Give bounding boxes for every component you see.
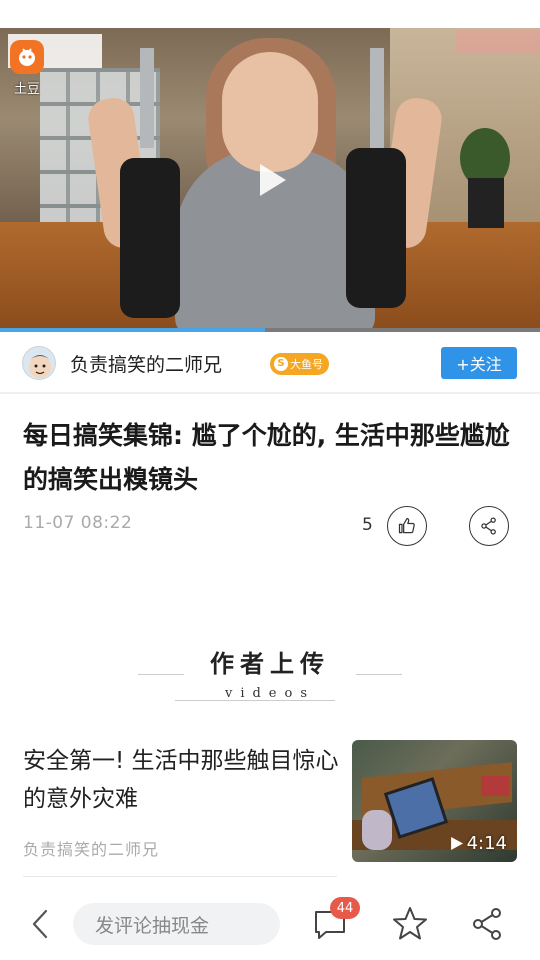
play-icon[interactable] <box>248 158 292 202</box>
duration-label: 4:14 <box>466 833 507 854</box>
badge-label: 大鱼号 <box>290 358 323 371</box>
list-item[interactable]: 安全第一! 生活中那些触目惊心的意外灾难 负责搞笑的二师兄 4:14 <box>0 728 540 878</box>
watermark-label: 土豆 <box>14 82 41 97</box>
play-small-icon <box>450 837 463 850</box>
list-item-author: 负责搞笑的二师兄 <box>23 840 160 859</box>
video-frame-pad-right <box>346 148 406 308</box>
author-name[interactable]: 负责搞笑的二师兄 <box>70 350 222 377</box>
video-player[interactable]: 土豆 <box>0 28 540 332</box>
list-item-title[interactable]: 安全第一! 生活中那些触目惊心的意外灾难 <box>23 742 343 818</box>
list-item-thumbnail[interactable]: 4:14 <box>352 740 517 862</box>
video-frame-face <box>222 52 318 172</box>
comment-input[interactable]: 发评论抽现金 <box>73 903 280 945</box>
like-count: 5 <box>362 515 373 535</box>
video-progress-fill <box>0 328 265 332</box>
share-icon[interactable] <box>468 904 508 944</box>
list-separator <box>23 876 337 877</box>
thumb-figure <box>362 810 392 850</box>
comment-count-badge: 44 <box>330 897 360 919</box>
tudou-logo-icon <box>10 40 44 74</box>
thumb-red-object <box>481 776 509 796</box>
avatar[interactable] <box>22 346 56 380</box>
video-frame-pot <box>468 178 504 228</box>
bottom-bar: 发评论抽现金 44 <box>0 890 540 960</box>
back-icon[interactable] <box>26 906 56 942</box>
section-subtitle-rule <box>175 700 335 701</box>
video-progress-bar[interactable] <box>0 328 540 332</box>
article-title: 每日搞笑集锦: 尴了个尬的, 生活中那些尴尬的搞笑出糗镜头 <box>23 421 510 494</box>
section-title: 作者上传 <box>210 650 330 678</box>
dayu-badge: S 大鱼号 <box>270 353 329 375</box>
video-frame-bar-left <box>140 48 154 148</box>
like-button[interactable] <box>387 506 427 546</box>
star-icon[interactable] <box>390 904 430 944</box>
share-icon <box>481 517 496 535</box>
section-subtitle: videos <box>224 686 315 701</box>
thumb-up-icon <box>398 517 415 534</box>
share-button[interactable] <box>469 506 509 546</box>
follow-button[interactable]: +关注 <box>441 347 517 379</box>
video-duration: 4:14 <box>450 833 507 854</box>
video-frame-pad-left <box>120 158 180 318</box>
article-date: 11-07 08:22 <box>23 513 133 533</box>
status-bar <box>0 0 540 28</box>
watermark-box-right <box>456 30 540 54</box>
divider <box>0 392 540 394</box>
dayu-logo-icon: S <box>274 357 288 371</box>
author-row: 负责搞笑的二师兄 S 大鱼号 +关注 <box>0 334 540 392</box>
video-frame-bar-right <box>370 48 384 148</box>
